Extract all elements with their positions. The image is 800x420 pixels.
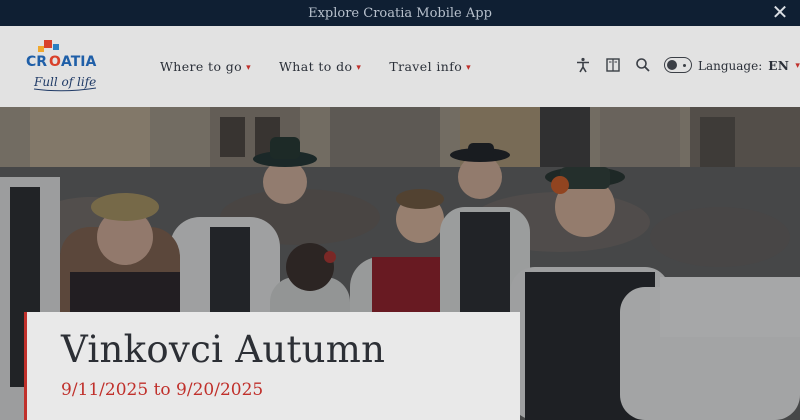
language-selector[interactable]: Language: EN ▾ xyxy=(698,59,800,73)
nav-what-to-do[interactable]: What to do ▾ xyxy=(279,59,361,74)
book-icon[interactable] xyxy=(604,56,622,74)
toggle-dot xyxy=(683,64,686,67)
header-tools xyxy=(574,56,692,74)
nav-where-to-go[interactable]: Where to go ▾ xyxy=(160,59,251,74)
event-title: Vinkovci Autumn xyxy=(61,328,386,371)
nav-travel-info[interactable]: Travel info ▾ xyxy=(389,59,471,74)
croatia-logo[interactable]: CR O ATIA Full of life xyxy=(24,40,108,96)
svg-text:O: O xyxy=(49,54,61,70)
chevron-down-icon: ▾ xyxy=(466,62,472,73)
main-nav: Where to go ▾ What to do ▾ Travel info ▾ xyxy=(160,59,471,74)
close-icon[interactable]: ✕ xyxy=(770,2,790,22)
chevron-down-icon: ▾ xyxy=(246,62,252,73)
chevron-down-icon: ▾ xyxy=(795,61,800,71)
svg-text:ATIA: ATIA xyxy=(61,54,97,70)
event-dates: 9/11/2025 to 9/20/2025 xyxy=(61,380,264,400)
app-banner-text[interactable]: Explore Croatia Mobile App xyxy=(308,6,492,21)
nav-label: What to do xyxy=(279,59,353,74)
toggle-knob xyxy=(667,60,677,70)
search-icon[interactable] xyxy=(634,56,652,74)
event-card[interactable]: Vinkovci Autumn 9/11/2025 to 9/20/2025 xyxy=(24,312,520,420)
chevron-down-icon: ▾ xyxy=(356,62,362,73)
accessibility-icon[interactable] xyxy=(574,56,592,74)
app-banner[interactable]: Explore Croatia Mobile App ✕ xyxy=(0,0,800,26)
language-code: EN xyxy=(768,59,790,73)
language-label: Language: xyxy=(698,59,763,73)
nav-label: Travel info xyxy=(389,59,463,74)
svg-text:Full of life: Full of life xyxy=(33,75,96,89)
theme-toggle-icon[interactable] xyxy=(664,57,692,73)
nav-label: Where to go xyxy=(160,59,243,74)
svg-text:CR: CR xyxy=(26,54,47,70)
site-header: CR O ATIA Full of life Where to go ▾ Wha… xyxy=(0,26,800,107)
